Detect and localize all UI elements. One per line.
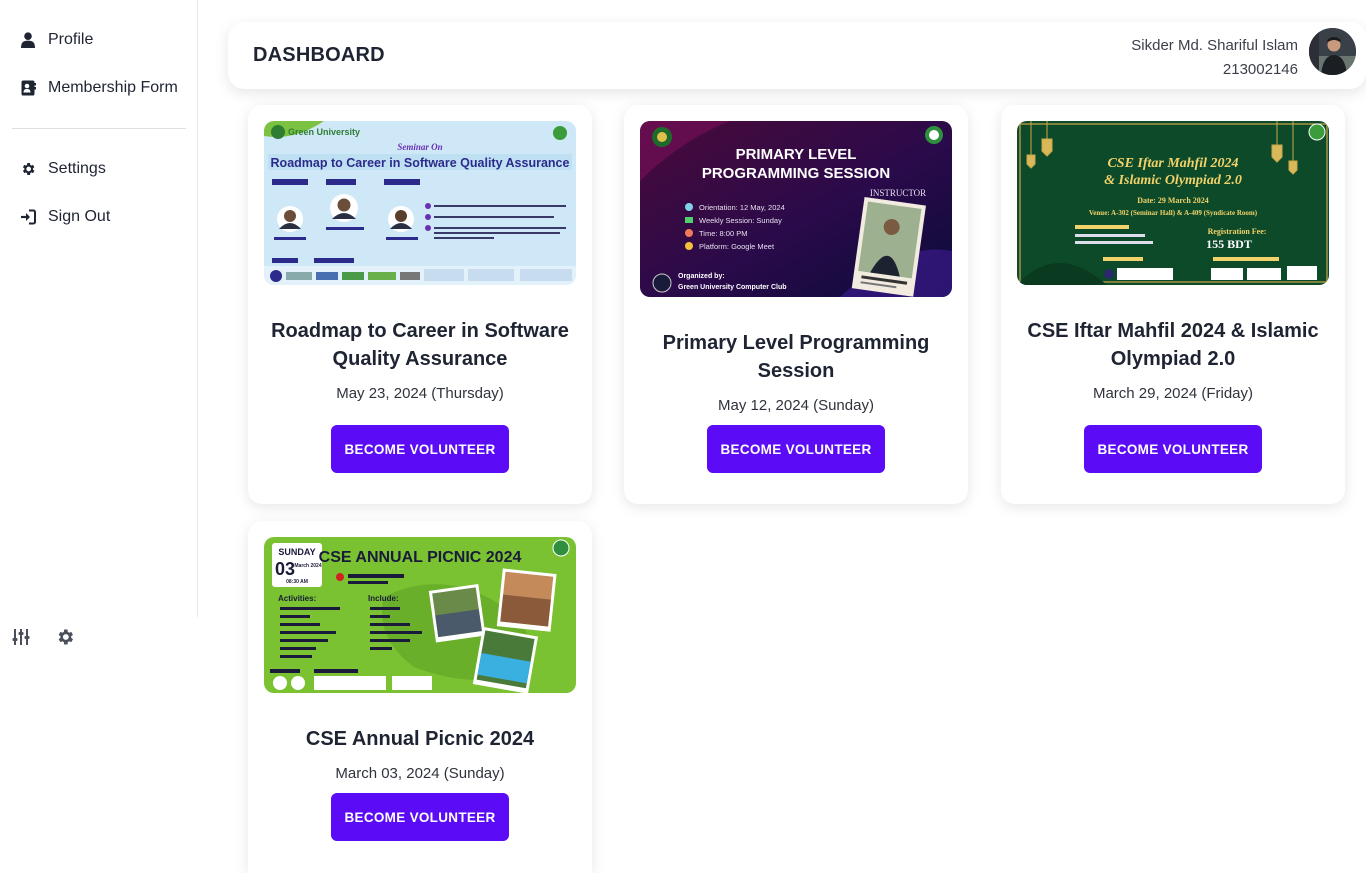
id-card-icon [20, 80, 36, 96]
become-volunteer-button[interactable]: BECOME VOLUNTEER [1084, 425, 1262, 473]
poster-date: Date: 29 March 2024 [1137, 196, 1209, 205]
sidebar-item-label: Profile [48, 31, 94, 48]
event-date: March 03, 2024 (Sunday) [335, 765, 505, 782]
poster-instructor: INSTRUCTOR [870, 188, 926, 198]
event-card: PRIMARY LEVEL PROGRAMMING SESSION INSTRU… [624, 105, 968, 504]
event-poster: SUNDAY 03 March 2024 08:30 AM CSE ANNUAL… [264, 537, 576, 693]
poster-brand: Green University [288, 127, 360, 137]
become-volunteer-button[interactable]: BECOME VOLUNTEER [707, 425, 885, 473]
user-id: 213002146 [1222, 61, 1298, 78]
page-title: DASHBOARD [253, 44, 385, 66]
become-volunteer-button[interactable]: BECOME VOLUNTEER [331, 425, 509, 473]
poster-heading-2: & Islamic Olympiad 2.0 [1104, 173, 1242, 188]
event-title: Roadmap to Career in Software Quality As… [271, 320, 569, 370]
poster-heading: Roadmap to Career in Software Quality As… [271, 156, 570, 170]
event-poster: PRIMARY LEVEL PROGRAMMING SESSION INSTRU… [640, 121, 952, 297]
poster-line-3: Time: 8:00 PM [699, 229, 748, 238]
poster-time: 08:30 AM [286, 579, 308, 585]
event-card: Green University Seminar On Roadmap to C… [248, 105, 592, 504]
become-volunteer-button[interactable]: BECOME VOLUNTEER [331, 793, 509, 841]
poster-line-1: Orientation: 12 May, 2024 [699, 203, 785, 212]
gear-icon [20, 161, 36, 177]
sidebar-divider [12, 128, 186, 129]
poster-daynum: 03 [275, 559, 295, 579]
event-date: May 23, 2024 (Thursday) [336, 385, 504, 402]
poster-fee: 155 BDT [1206, 237, 1252, 251]
poster-line-2: Weekly Session: Sunday [699, 216, 782, 225]
sidebar-item-label: Settings [48, 160, 106, 177]
sidebar-item-profile[interactable]: Profile [20, 31, 93, 49]
event-date: March 29, 2024 (Friday) [1092, 385, 1254, 402]
sign-in-arrow-icon [20, 209, 36, 225]
event-poster: CSE Iftar Mahfil 2024 & Islamic Olympiad… [1017, 121, 1329, 285]
user-name: Sikder Md. Shariful Islam [1131, 37, 1298, 54]
avatar[interactable] [1309, 28, 1356, 75]
event-card: SUNDAY 03 March 2024 08:30 AM CSE ANNUAL… [248, 521, 592, 873]
poster-heading-1: PRIMARY LEVEL [736, 146, 857, 163]
poster-tag: Seminar On [397, 142, 442, 152]
user-info: Sikder Md. Shariful Islam 213002146 [1131, 34, 1298, 82]
poster-day: SUNDAY [278, 547, 315, 557]
top-header: DASHBOARD Sikder Md. Shariful Islam 2130… [228, 22, 1366, 89]
sidebar-item-membership-form[interactable]: Membership Form [20, 79, 178, 97]
poster-org-2: Green University Computer Club [678, 284, 787, 291]
event-title: CSE Annual Picnic 2024 [305, 728, 535, 750]
sliders-icon[interactable] [10, 626, 32, 648]
poster-heading-2: PROGRAMMING SESSION [702, 165, 890, 182]
sidebar-bottom-tools [10, 626, 76, 648]
poster-activities: Activities: [278, 594, 316, 603]
poster-org-1: Organized by: [678, 273, 725, 280]
poster-line-4: Platform: Google Meet [699, 242, 775, 251]
sidebar-item-label: Sign Out [48, 208, 111, 225]
event-title: Primary Level Programming Session [662, 332, 930, 382]
poster-fee-label: Registration Fee: [1208, 227, 1267, 236]
poster-heading-1: CSE Iftar Mahfil 2024 [1107, 156, 1238, 171]
poster-heading: CSE ANNUAL PICNIC 2024 [319, 549, 522, 566]
event-card: CSE Iftar Mahfil 2024 & Islamic Olympiad… [1001, 105, 1345, 504]
poster-include: Include: [368, 594, 399, 603]
sidebar-item-label: Membership Form [48, 79, 178, 96]
user-icon [20, 32, 36, 48]
event-poster: Green University Seminar On Roadmap to C… [264, 121, 576, 285]
sidebar: Profile Membership Form Settings Sign Ou… [0, 0, 198, 617]
sidebar-item-sign-out[interactable]: Sign Out [20, 208, 110, 226]
poster-venue: Venue: A-302 (Seminar Hall) & A-409 (Syn… [1089, 209, 1258, 217]
gear-icon[interactable] [54, 626, 76, 648]
event-date: May 12, 2024 (Sunday) [718, 397, 874, 414]
event-title: CSE Iftar Mahfil 2024 & Islamic Olympiad… [1027, 320, 1319, 370]
sidebar-item-settings[interactable]: Settings [20, 160, 106, 178]
